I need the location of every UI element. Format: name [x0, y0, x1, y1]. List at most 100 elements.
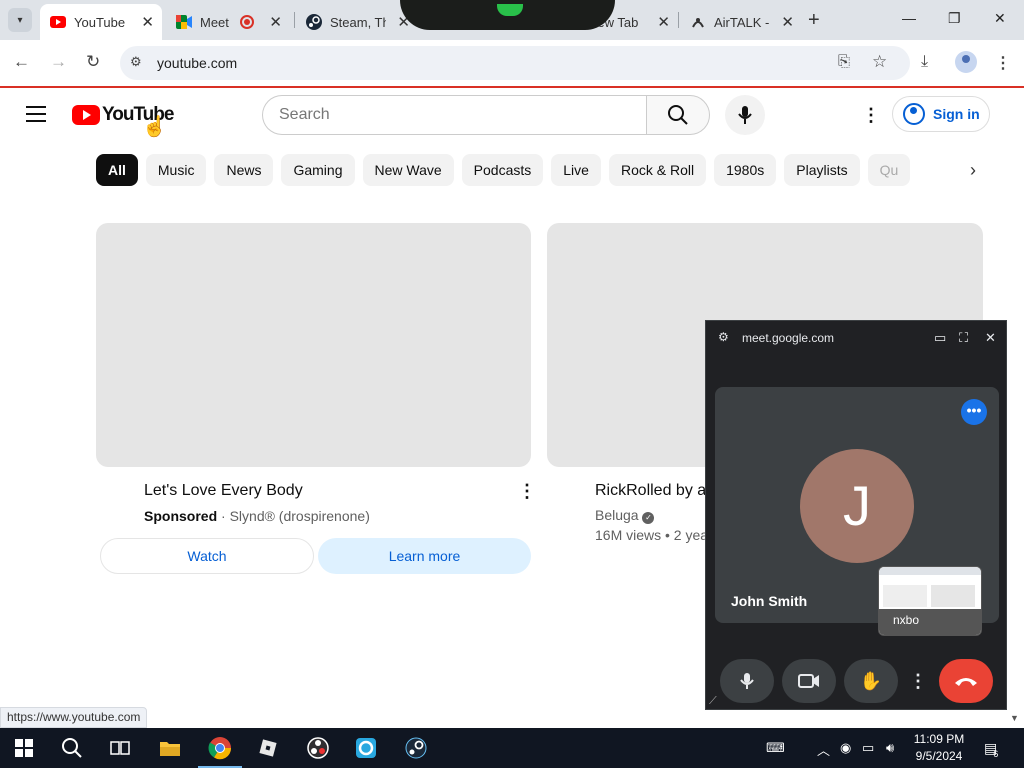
chip-1980s[interactable]: 1980s	[714, 154, 777, 186]
site-info-icon[interactable]: ⚙	[130, 54, 142, 70]
chip-news[interactable]: News	[214, 154, 274, 186]
sign-in-label: Sign in	[933, 106, 980, 122]
search-field[interactable]	[262, 95, 648, 135]
resize-grip-icon[interactable]: ⟋	[709, 695, 717, 708]
install-app-icon[interactable]: ⎘	[838, 53, 850, 70]
maximize-icon[interactable]: ❐	[948, 10, 961, 27]
screen-recorder-overlay	[400, 0, 615, 30]
network-icon[interactable]: ▭	[862, 740, 874, 756]
tab-separator	[678, 12, 679, 28]
ad-more-icon[interactable]: ⋮	[518, 481, 536, 502]
tab-title: Meet -	[200, 14, 230, 30]
category-chips: All Music News Gaming New Wave Podcasts Live Ro…	[96, 154, 976, 186]
hamburger-menu-icon[interactable]	[26, 106, 46, 127]
chrome-menu-icon[interactable]: ⋮	[995, 53, 1011, 73]
chip-playlists[interactable]: Playlists	[784, 154, 860, 186]
tab-steam[interactable]: Steam, Th ✕	[296, 4, 418, 40]
back-icon[interactable]: ←	[13, 52, 30, 72]
participant-more-icon[interactable]: •••	[961, 399, 987, 425]
minimize-icon[interactable]: —	[902, 10, 916, 26]
camera-toggle-button[interactable]	[782, 659, 836, 703]
windows-taskbar: ⌨ ︿ ◉ ▭ 🔊︎ 11:09 PM 9/5/2024 ▤6	[0, 728, 1024, 768]
watch-button[interactable]: Watch	[100, 538, 314, 574]
app-blue-icon[interactable]	[354, 736, 378, 760]
chevron-right-icon[interactable]: ›	[970, 160, 976, 181]
ad-thumbnail[interactable]	[96, 223, 531, 467]
chip-partial[interactable]: Qu	[867, 154, 911, 186]
taskbar-clock[interactable]: 11:09 PM 9/5/2024	[906, 731, 972, 765]
close-tab-icon[interactable]: ✕	[141, 13, 154, 31]
close-window-icon[interactable]: ✕	[994, 10, 1006, 27]
back-to-tab-icon[interactable]: ⛶	[959, 330, 968, 346]
self-view-preview[interactable]: nxbo	[878, 566, 982, 636]
camera-small-icon[interactable]: ▭	[934, 330, 946, 346]
youtube-favicon-icon	[50, 14, 66, 30]
chrome-taskbar-icon[interactable]	[198, 736, 242, 768]
chip-gaming[interactable]: Gaming	[281, 154, 355, 186]
input-indicator-icon[interactable]: ⌨	[766, 740, 785, 756]
pip-title-bar: ⚙ meet.google.com ▭ ⛶ ✕	[706, 321, 1006, 355]
close-pip-icon[interactable]: ✕	[985, 330, 996, 346]
notification-count: 6	[993, 749, 999, 759]
clock-time: 11:09 PM	[913, 732, 965, 746]
video-stats: 16M views • 2 yea	[595, 527, 709, 543]
downloads-icon[interactable]: ⤓	[921, 53, 928, 71]
microphone-icon	[738, 106, 752, 124]
voice-search-button[interactable]	[725, 95, 765, 135]
address-url: youtube.com	[157, 55, 238, 71]
notification-center-icon[interactable]: ▤6	[984, 740, 1002, 759]
reload-icon[interactable]: ↻	[86, 52, 100, 72]
steam-taskbar-icon[interactable]	[404, 736, 428, 760]
search-input[interactable]	[279, 96, 629, 134]
channel-name[interactable]: Beluga ✓	[595, 507, 655, 524]
ad-title[interactable]: Let's Love Every Body	[144, 482, 303, 500]
settings-more-icon[interactable]: ⋮	[862, 105, 880, 126]
mic-toggle-button[interactable]	[720, 659, 774, 703]
hand-cursor-icon: ☝	[142, 116, 167, 138]
sponsored-label: Sponsored	[144, 508, 218, 524]
learn-more-button[interactable]: Learn more	[318, 538, 531, 574]
volume-icon[interactable]: 🔊︎	[886, 740, 894, 756]
raise-hand-button[interactable]: ✋	[844, 659, 898, 703]
close-tab-icon[interactable]: ✕	[269, 13, 282, 31]
clock-date: 9/5/2024	[915, 749, 963, 763]
forward-icon[interactable]: →	[50, 52, 67, 72]
chip-podcasts[interactable]: Podcasts	[461, 154, 544, 186]
camera-in-use-icon[interactable]: ◉	[840, 740, 851, 756]
windows-start-icon[interactable]	[12, 736, 36, 760]
ad-meta: Sponsored · Slynd® (drospirenone)	[144, 508, 370, 524]
scroll-down-arrow-icon[interactable]: ▼	[1010, 713, 1019, 723]
hand-icon: ✋	[859, 670, 883, 691]
task-view-icon[interactable]	[108, 736, 132, 760]
file-explorer-icon[interactable]	[158, 736, 182, 760]
tab-airtalk[interactable]: AirTALK - ✕	[680, 4, 802, 40]
close-tab-icon[interactable]: ✕	[781, 13, 794, 31]
chip-rock-and-roll[interactable]: Rock & Roll	[608, 154, 707, 186]
tray-chevron-up-icon[interactable]: ︿	[817, 740, 830, 759]
more-options-icon[interactable]: ⋮	[908, 659, 928, 703]
taskbar-search-icon[interactable]	[60, 736, 84, 760]
chip-new-wave[interactable]: New Wave	[362, 154, 454, 186]
tab-meet[interactable]: Meet - ✕	[166, 4, 290, 40]
airtalk-favicon-icon	[690, 14, 706, 30]
chip-all[interactable]: All	[96, 154, 138, 186]
roblox-icon[interactable]	[256, 736, 280, 760]
close-tab-icon[interactable]: ✕	[657, 13, 670, 31]
bookmark-star-icon[interactable]: ☆	[872, 52, 887, 72]
chip-music[interactable]: Music	[145, 154, 207, 186]
profile-avatar-icon[interactable]	[955, 51, 977, 73]
meet-favicon-icon	[176, 14, 192, 30]
tab-search-button[interactable]: ▾	[8, 8, 32, 32]
site-settings-icon[interactable]: ⚙	[718, 330, 729, 344]
obs-icon[interactable]	[306, 736, 330, 760]
leave-call-button[interactable]	[939, 659, 993, 703]
tab-youtube[interactable]: YouTube ✕	[40, 4, 162, 40]
link-status-bubble: https://www.youtube.com	[0, 707, 148, 728]
chip-live[interactable]: Live	[551, 154, 601, 186]
verified-check-icon: ✓	[642, 512, 655, 524]
new-tab-button[interactable]: +	[808, 9, 820, 32]
video-title[interactable]: RickRolled by a	[595, 482, 706, 500]
address-bar[interactable]: ⚙ youtube.com ⎘ ☆	[120, 46, 910, 80]
sign-in-button[interactable]: Sign in	[892, 96, 990, 132]
search-button[interactable]	[646, 95, 710, 135]
